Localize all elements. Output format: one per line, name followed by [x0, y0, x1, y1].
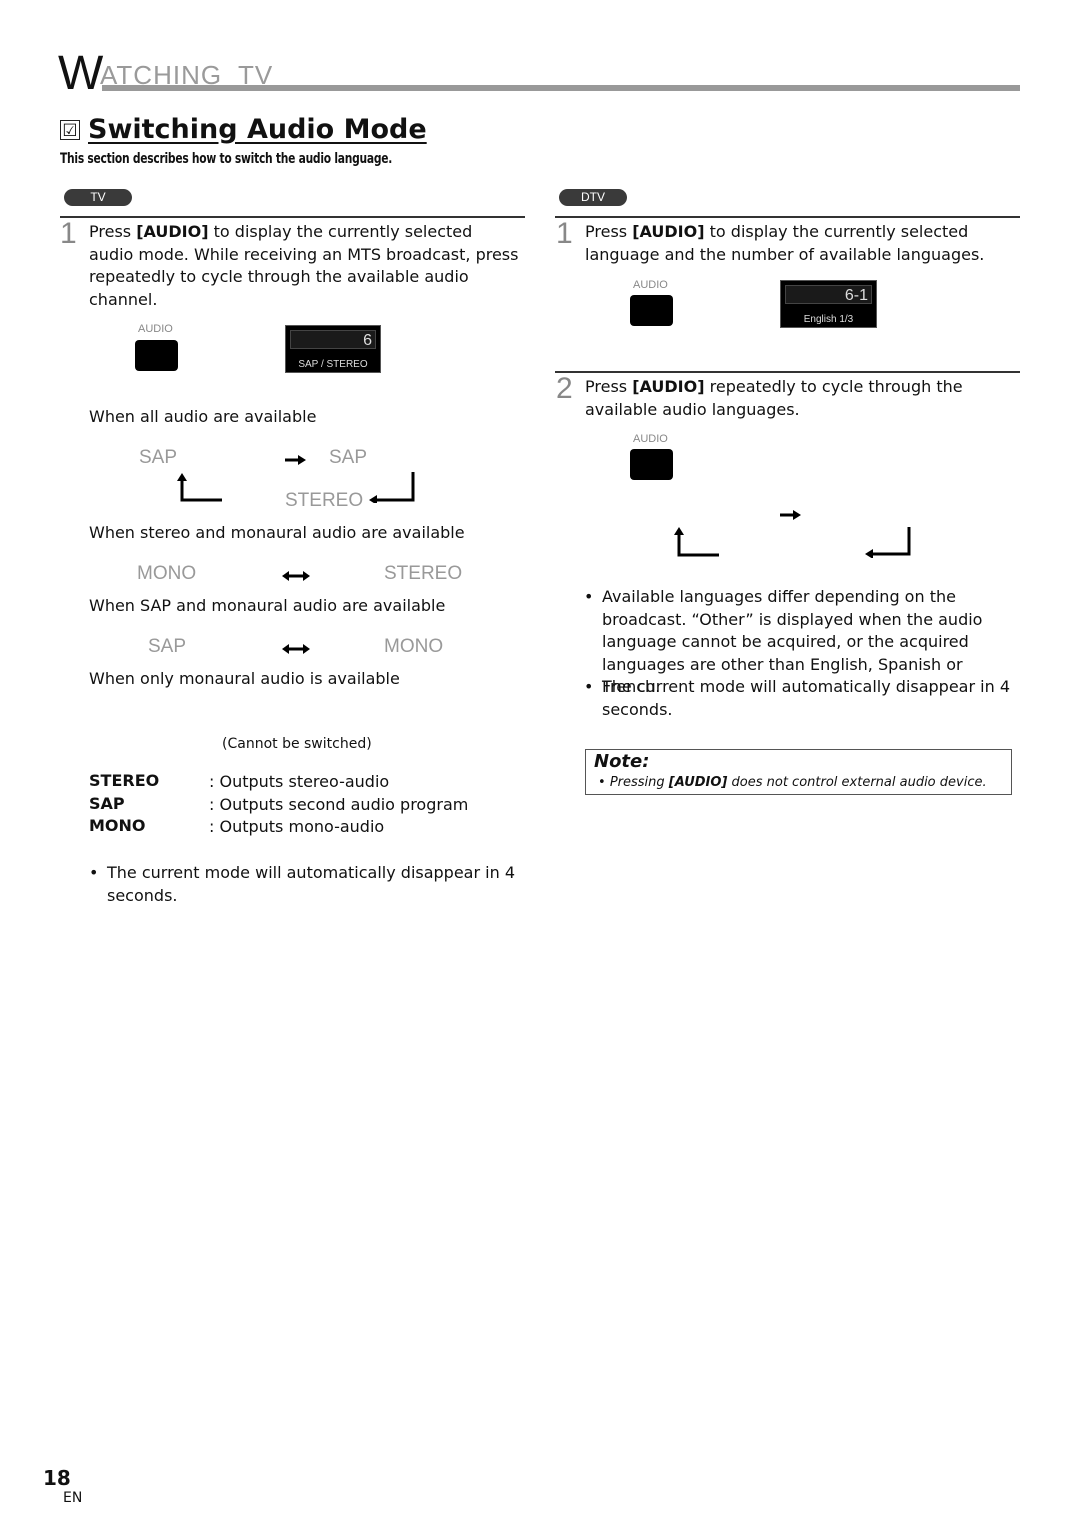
mode-label: STEREO [384, 563, 463, 584]
definition-term: STEREO [89, 771, 160, 790]
mode-label: SAP [139, 447, 178, 468]
bullet-icon: • [584, 587, 594, 606]
case-caption: When SAP and monaural audio are availabl… [89, 596, 446, 615]
definition-desc: : Outputs stereo-audio [209, 772, 390, 791]
note-title: Note: [594, 751, 650, 772]
mode-label: MONO [384, 636, 444, 657]
step-number: 1 [556, 217, 573, 250]
header-initial: W [58, 47, 104, 100]
dtv-step2-text: Press [AUDIO] repeatedly to cycle throug… [585, 376, 1015, 421]
arrow-bidirectional-icon [282, 640, 310, 654]
divider [555, 216, 1020, 218]
tv-bullet-text: The current mode will automatically disa… [107, 863, 515, 905]
audio-button-label: AUDIO [138, 323, 173, 335]
tv-step1-text: Press [AUDIO] to display the currently s… [89, 221, 519, 311]
case-caption: When only monaural audio is available [89, 669, 400, 688]
dtv-bullet-text: The current mode will automatically disa… [602, 677, 1010, 719]
audio-button-icon [135, 340, 178, 371]
mode-label: SAP [148, 636, 187, 657]
note-text: • Pressing [AUDIO] does not control exte… [598, 775, 987, 790]
audio-button-icon [630, 449, 673, 480]
arrow-up-return-icon [673, 526, 721, 558]
text: does not control external audio device. [727, 775, 987, 790]
text: Pressing [609, 775, 669, 790]
dtv-step1-text: Press [AUDIO] to display the currently s… [585, 221, 1015, 266]
cannot-switch-note: (Cannot be switched) [222, 736, 372, 752]
checkbox-icon: ☑ [60, 119, 80, 141]
dtv-badge: DTV [559, 189, 627, 206]
definition-term: SAP [89, 793, 125, 813]
section-title-row: ☑ Switching Audio Mode [60, 114, 427, 145]
text: Press [89, 222, 137, 241]
text: Press [585, 377, 633, 396]
page-title: Switching Audio Mode [88, 114, 427, 145]
header-rule [102, 85, 1020, 91]
definition-desc: : Outputs mono-audio [209, 817, 385, 836]
key-name: [AUDIO] [136, 222, 209, 241]
bullet-icon: • [584, 677, 594, 696]
divider [555, 371, 1020, 373]
page-language: EN [63, 1490, 83, 1506]
audio-button-label: AUDIO [633, 279, 668, 291]
key-name: [AUDIO] [668, 775, 728, 790]
definition-row: STEREO : Outputs stereo-audio [89, 771, 468, 794]
osd-channel: 6 [290, 330, 376, 349]
bullet-icon: • [89, 863, 99, 882]
arrow-right-icon [780, 506, 802, 520]
tv-osd-display: 6 SAP / STEREO [285, 325, 381, 373]
page-number: 18 [43, 1466, 71, 1490]
osd-mode: SAP / STEREO [298, 359, 368, 370]
case-caption: When all audio are available [89, 407, 317, 426]
tv-badge: TV [64, 189, 132, 206]
osd-channel: 6-1 [785, 285, 872, 304]
mode-label: MONO [137, 563, 197, 584]
key-name: [AUDIO] [632, 222, 705, 241]
arrow-bidirectional-icon [282, 567, 310, 581]
arrow-right-icon [285, 451, 307, 465]
definition-row: MONO : Outputs mono-audio [89, 816, 468, 839]
mode-label: STEREO [285, 490, 364, 511]
step-number: 2 [556, 372, 573, 405]
dtv-osd-display: 6-1 English 1/3 [780, 280, 877, 328]
arrow-left-return-icon [864, 526, 912, 559]
step-number: 1 [60, 217, 77, 250]
section-subtitle: This section describes how to switch the… [60, 151, 393, 167]
divider [60, 216, 525, 218]
definition-desc: : Outputs second audio program [209, 794, 469, 814]
mode-label: SAP [329, 447, 368, 468]
audio-button-label: AUDIO [633, 433, 668, 445]
text: Press [585, 222, 633, 241]
note-box: Note: • Pressing [AUDIO] does not contro… [585, 749, 1012, 795]
osd-language: English 1/3 [803, 314, 854, 325]
definitions-list: STEREO : Outputs stereo-audio SAP : Outp… [89, 771, 468, 839]
bullet-icon: • [598, 775, 610, 790]
key-name: [AUDIO] [632, 377, 705, 396]
arrow-left-return-icon [368, 471, 416, 505]
case-caption: When stereo and monaural audio are avail… [89, 523, 465, 542]
audio-button-icon [630, 295, 673, 326]
definition-term: MONO [89, 816, 146, 835]
definition-row: SAP : Outputs second audio program [89, 794, 468, 817]
arrow-up-return-icon [176, 472, 224, 502]
